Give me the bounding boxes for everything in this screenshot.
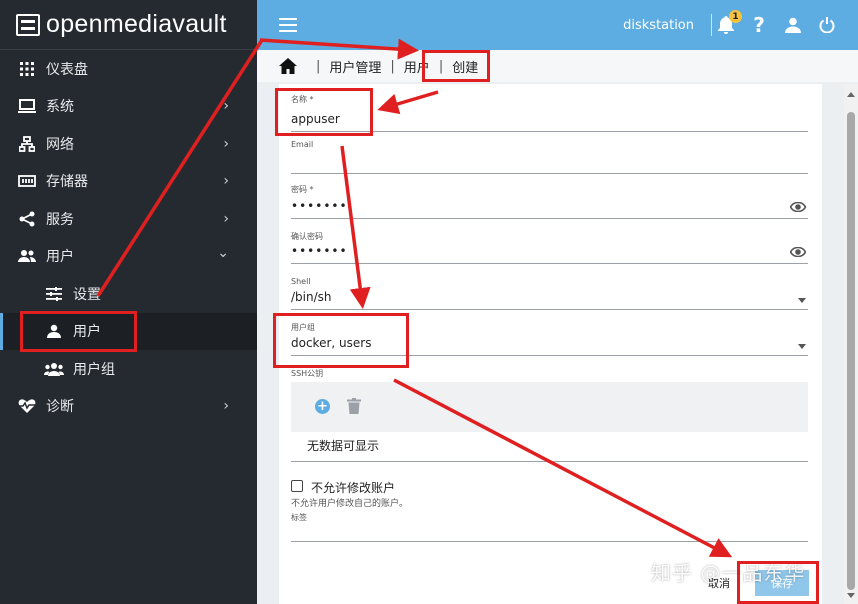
trash-icon[interactable]: [347, 398, 361, 414]
confirm-password-value: •••••••: [291, 244, 348, 258]
sliders-icon: [44, 284, 64, 304]
scroll-thumb[interactable]: [847, 112, 855, 590]
disallow-modify-checkbox[interactable]: [291, 480, 303, 492]
ssh-key-toolbar: +: [291, 382, 808, 432]
sidebar-item-label: 用户组: [73, 361, 115, 378]
sidebar-item-network[interactable]: 网络 ›: [0, 125, 257, 163]
eye-icon[interactable]: [790, 247, 806, 257]
sidebar-item-label: 服务: [46, 211, 74, 228]
scroll-down-icon[interactable]: [847, 593, 855, 598]
sidebar-item-settings[interactable]: 设置: [0, 275, 257, 313]
annotation-box-name: [275, 88, 373, 136]
confirm-password-field[interactable]: 确认密码 •••••••: [291, 231, 808, 264]
storage-icon: [17, 171, 37, 191]
sidebar-item-label: 诊断: [46, 399, 74, 416]
notification-badge: 1: [729, 10, 742, 23]
group-icon: [44, 359, 64, 379]
sidebar-item-label: 设置: [73, 286, 101, 303]
password-value: •••••••: [291, 199, 348, 213]
omv-logo-icon: [16, 13, 40, 36]
annotation-box-create: [422, 50, 490, 82]
disallow-modify-label[interactable]: 不允许修改账户: [311, 479, 395, 496]
brand[interactable]: openmediavault: [0, 0, 257, 50]
account-icon[interactable]: [782, 14, 804, 36]
sidebar-item-label: 用户: [46, 249, 74, 266]
chevron-right-icon: ›: [223, 210, 229, 227]
chevron-right-icon: ›: [223, 398, 229, 415]
heartbeat-icon: [17, 396, 37, 416]
sidebar-item-groups[interactable]: 用户组: [0, 350, 257, 388]
topbar: diskstation 1 ?: [257, 0, 858, 50]
brand-name: openmediavault: [46, 10, 227, 38]
confirm-password-label: 确认密码: [291, 232, 323, 241]
shell-select[interactable]: Shell /bin/sh: [291, 277, 808, 310]
laptop-icon: [17, 96, 37, 116]
sidebar-item-system[interactable]: 系统 ›: [0, 88, 257, 126]
password-field[interactable]: 密码 * •••••••: [291, 184, 808, 219]
breadcrumb-separator: |: [390, 58, 395, 74]
breadcrumb-separator: |: [316, 58, 321, 74]
email-label: Email: [291, 140, 314, 149]
dashboard-grid-icon: [17, 59, 37, 79]
scroll-up-icon[interactable]: [847, 92, 855, 97]
email-field[interactable]: Email: [291, 140, 808, 174]
sidebar: openmediavault 仪表盘 系统 › 网络 › 存储器 › 服务 › …: [0, 0, 257, 604]
sidebar-item-label: 网络: [46, 136, 74, 153]
sidebar-item-label: 仪表盘: [46, 61, 88, 78]
ssh-empty-text: 无数据可显示: [307, 439, 380, 453]
tags-field[interactable]: [291, 541, 808, 542]
annotation-box-user: [20, 311, 137, 352]
ssh-key-label: SSH公钥: [291, 369, 324, 378]
scrollbar[interactable]: [844, 84, 858, 604]
eye-icon[interactable]: [790, 202, 806, 212]
bell-icon[interactable]: 1: [715, 10, 742, 36]
dropdown-arrow-icon: [798, 298, 806, 303]
chevron-right-icon: ›: [223, 135, 229, 152]
add-icon[interactable]: +: [315, 399, 330, 414]
dropdown-arrow-icon: [798, 344, 806, 349]
sidebar-item-storage[interactable]: 存储器 ›: [0, 163, 257, 201]
sidebar-item-label: 存储器: [46, 174, 88, 191]
breadcrumb: | 用户管理 | 用户 | 创建: [257, 50, 858, 82]
topbar-divider: [711, 14, 712, 36]
annotation-box-save: [737, 561, 819, 604]
sidebar-item-dashboard[interactable]: 仪表盘: [0, 50, 257, 88]
share-icon: [17, 209, 37, 229]
home-icon[interactable]: [279, 58, 297, 74]
chevron-down-icon: ⌄: [217, 245, 229, 262]
network-icon: [17, 134, 37, 154]
disallow-modify-hint: 不允许用户修改自己的账户。: [291, 499, 409, 509]
sidebar-item-users[interactable]: 用户 ⌄: [0, 238, 257, 276]
ssh-divider: [291, 461, 808, 462]
shell-value: /bin/sh: [291, 290, 332, 304]
tags-label: 标签: [291, 513, 307, 522]
breadcrumb-item-user-management[interactable]: 用户管理: [329, 57, 381, 76]
menu-icon[interactable]: [279, 18, 297, 32]
help-icon[interactable]: ?: [748, 13, 770, 37]
chevron-right-icon: ›: [223, 173, 229, 190]
users-icon: [17, 246, 37, 266]
sidebar-item-label: 系统: [46, 99, 74, 116]
sidebar-item-diagnostics[interactable]: 诊断 ›: [0, 388, 257, 426]
annotation-box-groups: [273, 313, 409, 368]
shell-label: Shell: [291, 277, 311, 286]
power-icon[interactable]: [816, 14, 838, 36]
hostname: diskstation: [623, 17, 694, 33]
password-label: 密码 *: [291, 185, 314, 194]
chevron-right-icon: ›: [223, 98, 229, 115]
sidebar-item-services[interactable]: 服务 ›: [0, 200, 257, 238]
sidebar-nav: 仪表盘 系统 › 网络 › 存储器 › 服务 › 用户 ⌄ 设置 用户 用户组 …: [0, 50, 257, 425]
